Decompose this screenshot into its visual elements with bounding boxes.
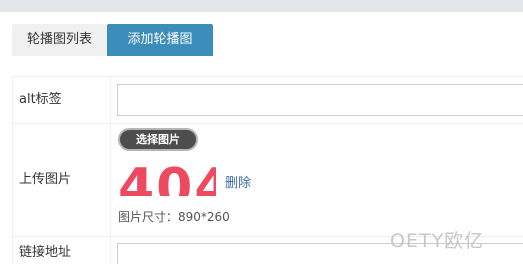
delete-image-link[interactable]: 删除: [225, 172, 251, 191]
choose-image-button[interactable]: 选择图片: [118, 128, 198, 151]
alt-label: alt标签: [12, 77, 111, 123]
alt-input[interactable]: [117, 84, 523, 116]
form-row-upload: 上传图片 选择图片 404 删除 图片尺寸：890*260: [12, 123, 523, 237]
tab-banner-list[interactable]: 轮播图列表: [12, 24, 107, 56]
tab-add-banner[interactable]: 添加轮播图: [107, 24, 213, 56]
upload-label: 上传图片: [12, 123, 111, 236]
image-size-hint: 图片尺寸：890*260: [118, 210, 230, 224]
link-label: 链接地址: [12, 236, 111, 264]
image-preview: 404: [118, 164, 216, 196]
form-row-alt: alt标签: [12, 77, 523, 124]
image-preview-404-text: 404: [118, 164, 216, 196]
banner-form: alt标签 上传图片 选择图片 404 删除 图片尺寸：890*260 链接地址: [12, 76, 523, 264]
watermark: OETY欧亿: [390, 230, 485, 252]
